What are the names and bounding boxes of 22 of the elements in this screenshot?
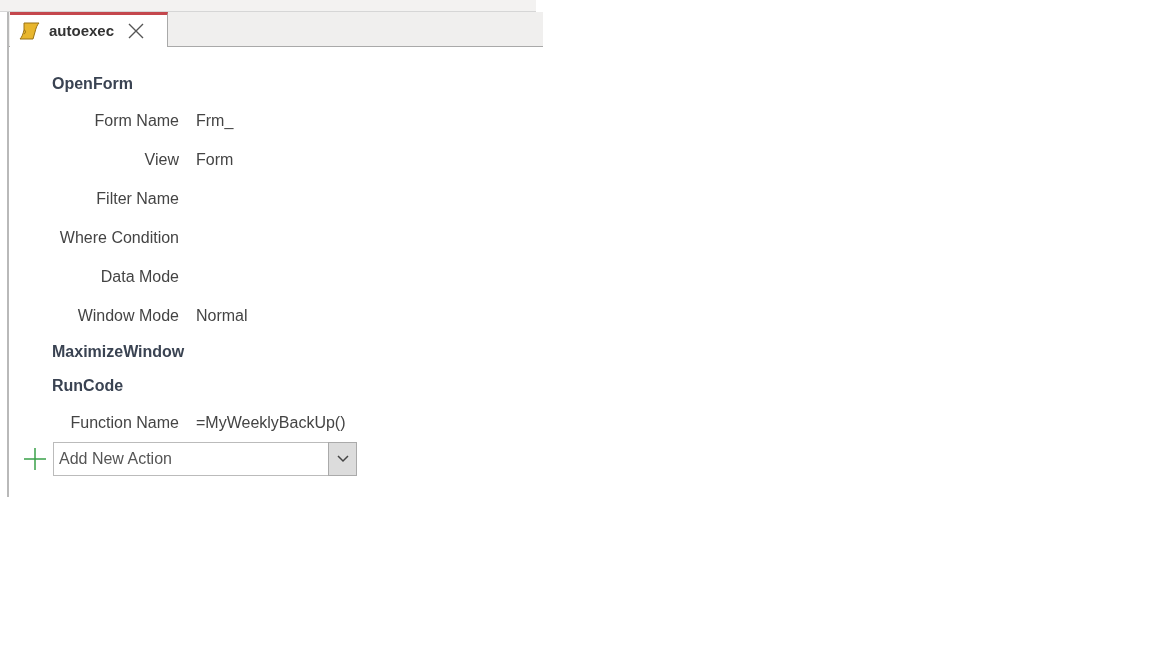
dropdown-button[interactable]	[328, 442, 357, 476]
argument-label: Form Name	[93, 110, 180, 131]
argument-label: Data Mode	[99, 266, 180, 287]
tab-title: autoexec	[49, 20, 115, 41]
chevron-icon	[336, 455, 349, 463]
argument-value[interactable]: Normal	[196, 303, 248, 328]
close-icon[interactable]	[128, 23, 145, 39]
argument-value[interactable]: Form	[196, 147, 234, 172]
add-action-field[interactable]: Add New Action	[53, 442, 328, 476]
argument-label: Function Name	[69, 412, 180, 433]
argument-label: View	[143, 149, 180, 170]
plus-icon[interactable]	[23, 447, 47, 471]
argument-value[interactable]: Frm_	[196, 108, 234, 133]
argument-value[interactable]: =MyWeeklyBackUp()	[196, 410, 346, 435]
scroll-icon	[19, 21, 41, 41]
argument-label: Filter Name	[95, 188, 180, 209]
action-name[interactable]: OpenForm	[9, 67, 543, 101]
argument-label: Window Mode	[76, 305, 180, 326]
action-name[interactable]: MaximizeWindow	[9, 335, 543, 369]
action-name[interactable]: RunCode	[9, 369, 543, 403]
argument-label: Where Condition	[58, 227, 180, 248]
macro-tab[interactable]: autoexec	[10, 12, 168, 47]
